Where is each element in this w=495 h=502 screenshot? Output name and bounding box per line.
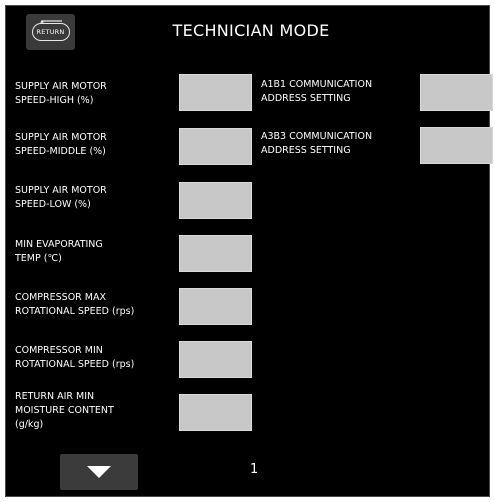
param-label-a3b3-communication-address: A3B3 COMMUNICATION ADDRESS SETTING <box>261 131 373 156</box>
input-compressor-min-rotational-speed[interactable] <box>179 341 252 378</box>
input-supply-air-motor-speed-middle[interactable] <box>179 128 252 165</box>
input-compressor-max-rotational-speed[interactable] <box>179 288 252 325</box>
return-icon: RETURN <box>31 20 70 41</box>
param-label-supply-air-motor-speed-high: SUPPLY AIR MOTOR SPEED-HIGH (%) <box>15 81 107 106</box>
input-supply-air-motor-speed-low[interactable] <box>179 182 252 219</box>
down-triangle-icon <box>87 466 111 478</box>
page-number: 1 <box>250 462 259 477</box>
input-min-evaporating-temp[interactable] <box>179 235 252 272</box>
page-title: TECHNICIAN MODE <box>172 21 330 40</box>
input-supply-air-motor-speed-high[interactable] <box>179 74 252 111</box>
return-label: RETURN <box>36 28 65 36</box>
param-label-a1b1-communication-address: A1B1 COMMUNICATION ADDRESS SETTING <box>261 79 373 104</box>
input-return-air-min-moisture-content[interactable] <box>179 394 252 431</box>
param-label-compressor-max-rotational-speed: COMPRESSOR MAX ROTATIONAL SPEED (rps) <box>15 292 135 317</box>
technician-mode-screen: RETURN TECHNICIAN MODE SUPPLY AIR MOTOR … <box>5 5 493 497</box>
return-button[interactable]: RETURN <box>26 14 75 50</box>
param-label-return-air-min-moisture-content: RETURN AIR MIN MOISTURE CONTENT (g/kg) <box>15 391 114 430</box>
input-a1b1-communication-address[interactable] <box>420 74 493 111</box>
param-label-min-evaporating-temp: MIN EVAPORATING TEMP (℃) <box>15 239 103 264</box>
param-label-supply-air-motor-speed-middle: SUPPLY AIR MOTOR SPEED-MIDDLE (%) <box>15 132 107 157</box>
return-arrow-icon <box>39 20 62 24</box>
param-label-compressor-min-rotational-speed: COMPRESSOR MIN ROTATIONAL SPEED (rps) <box>15 345 135 370</box>
param-label-supply-air-motor-speed-low: SUPPLY AIR MOTOR SPEED-LOW (%) <box>15 185 107 210</box>
input-a3b3-communication-address[interactable] <box>420 127 493 164</box>
next-page-button[interactable] <box>60 454 138 490</box>
